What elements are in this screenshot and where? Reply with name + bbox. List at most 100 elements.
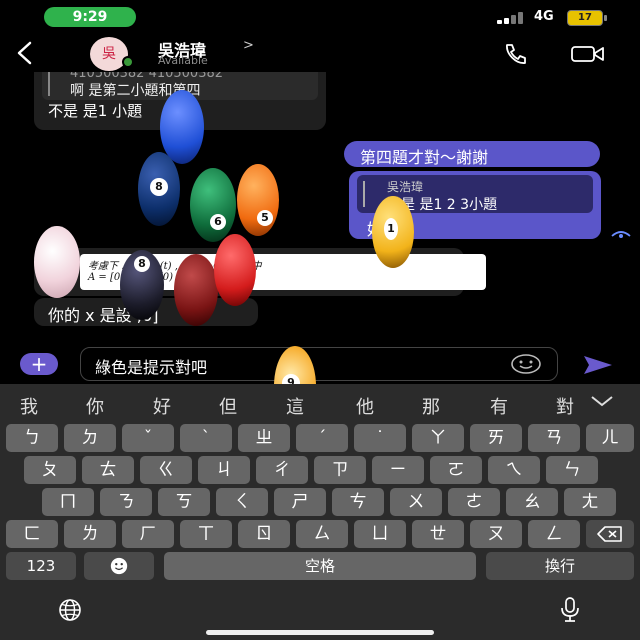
suggestion[interactable]: 你 bbox=[86, 393, 104, 419]
ball-number: 8 bbox=[134, 256, 150, 272]
ball-number: 1 bbox=[384, 218, 398, 240]
key[interactable]: ㄐ bbox=[198, 456, 250, 484]
key[interactable]: ㄋ bbox=[100, 488, 152, 516]
key[interactable]: ㄩ bbox=[354, 520, 406, 548]
chevron-down-icon[interactable] bbox=[588, 392, 616, 410]
key[interactable]: ㄖ bbox=[238, 520, 290, 548]
backspace-icon bbox=[597, 526, 622, 542]
key[interactable]: ㄥ bbox=[528, 520, 580, 548]
key[interactable]: ㄜ bbox=[448, 488, 500, 516]
chat-header: 吳 吳浩瑋 > Available bbox=[0, 34, 640, 72]
space-key[interactable]: 空格 bbox=[164, 552, 476, 580]
signal-icon bbox=[497, 12, 527, 24]
suggestion[interactable]: 對 bbox=[556, 393, 576, 419]
contact-status: Available bbox=[158, 54, 208, 67]
message-text: 不是 是1 小題 bbox=[48, 102, 143, 120]
key[interactable]: ㄡ bbox=[470, 520, 522, 548]
status-bar: 9:29 4G 17 bbox=[0, 0, 640, 34]
microphone-icon[interactable] bbox=[556, 596, 584, 624]
billiard-ball bbox=[174, 254, 218, 326]
return-key[interactable]: 換行 bbox=[486, 552, 634, 580]
read-receipt-icon bbox=[611, 231, 631, 238]
emoji-icon bbox=[110, 557, 128, 575]
key[interactable]: ㄘ bbox=[332, 488, 384, 516]
globe-icon[interactable] bbox=[50, 598, 90, 622]
video-call-icon[interactable] bbox=[570, 44, 606, 64]
key[interactable]: ㄤ bbox=[564, 488, 616, 516]
key[interactable]: ㄠ bbox=[506, 488, 558, 516]
delete-key[interactable] bbox=[586, 520, 634, 548]
suggestion[interactable]: 這 bbox=[286, 393, 304, 419]
send-icon[interactable] bbox=[582, 354, 614, 376]
key[interactable]: ˋ bbox=[180, 424, 232, 452]
home-indicator[interactable] bbox=[206, 630, 434, 635]
key[interactable]: ㄅ bbox=[6, 424, 58, 452]
avatar[interactable]: 吳 bbox=[90, 37, 128, 71]
numbers-key[interactable]: 123 bbox=[6, 552, 76, 580]
suggestion[interactable]: 好 bbox=[153, 393, 171, 419]
key[interactable]: ㄎ bbox=[158, 488, 210, 516]
billiard-ball: 6 bbox=[190, 168, 236, 242]
key[interactable]: ㄞ bbox=[470, 424, 522, 452]
key[interactable]: ㄍ bbox=[140, 456, 192, 484]
message-input[interactable]: 綠色是提示對吧 bbox=[80, 347, 558, 381]
billiard-ball bbox=[214, 234, 256, 306]
emoji-key[interactable] bbox=[84, 552, 154, 580]
suggestion[interactable]: 那 bbox=[422, 393, 440, 419]
ball-number: 6 bbox=[210, 214, 226, 230]
key[interactable]: ㄔ bbox=[256, 456, 308, 484]
message-outgoing[interactable]: 第四題才對～謝謝 bbox=[344, 141, 600, 167]
message-text: 第四題才對～謝謝 bbox=[360, 148, 489, 167]
phone-icon[interactable] bbox=[502, 42, 528, 66]
online-indicator bbox=[122, 56, 134, 68]
attach-button[interactable]: + bbox=[20, 353, 58, 375]
key[interactable]: ㄊ bbox=[82, 456, 134, 484]
network-type: 4G bbox=[534, 9, 554, 24]
key[interactable]: ㄝ bbox=[412, 520, 464, 548]
key[interactable]: ㄒ bbox=[180, 520, 232, 548]
back-icon[interactable] bbox=[12, 38, 38, 68]
key[interactable]: ㄕ bbox=[274, 488, 326, 516]
key[interactable]: ㄌ bbox=[64, 520, 116, 548]
key[interactable]: ㄑ bbox=[216, 488, 268, 516]
message-list[interactable]: 410500382 410500382 啊 是第二小題和第四 不是 是1 小題 … bbox=[0, 72, 640, 384]
key[interactable]: ㄛ bbox=[430, 456, 482, 484]
billiard-ball: 8 bbox=[120, 250, 164, 320]
suggestion[interactable]: 但 bbox=[219, 393, 237, 419]
key[interactable]: ㄉ bbox=[64, 424, 116, 452]
key[interactable]: ㄇ bbox=[42, 488, 94, 516]
quote-name: 吳浩瑋 bbox=[387, 180, 424, 194]
key[interactable]: ㄦ bbox=[586, 424, 634, 452]
emoji-icon[interactable] bbox=[510, 353, 542, 375]
billiard-ball: 5 bbox=[237, 164, 279, 236]
key[interactable]: ˙ bbox=[354, 424, 406, 452]
key[interactable]: ㄟ bbox=[488, 456, 540, 484]
key[interactable]: ㄗ bbox=[314, 456, 366, 484]
suggestion-bar: 我 你 好 但 這 他 那 有 對 bbox=[0, 384, 640, 422]
billiard-ball bbox=[160, 90, 204, 164]
contact-chevron-icon[interactable]: > bbox=[243, 38, 254, 53]
key[interactable]: ㄓ bbox=[238, 424, 290, 452]
suggestion[interactable]: 有 bbox=[490, 393, 508, 419]
key[interactable]: ㄏ bbox=[122, 520, 174, 548]
status-time: 9:29 bbox=[44, 7, 136, 27]
battery-icon: 17 bbox=[567, 10, 603, 26]
key[interactable]: ㄣ bbox=[546, 456, 598, 484]
billiard-ball bbox=[34, 226, 80, 298]
billiard-ball: 1 bbox=[372, 196, 414, 268]
key[interactable]: ㄈ bbox=[6, 520, 58, 548]
key[interactable]: ㄆ bbox=[24, 456, 76, 484]
suggestion[interactable]: 他 bbox=[356, 393, 374, 419]
key[interactable]: ㄙ bbox=[296, 520, 348, 548]
key[interactable]: ㄚ bbox=[412, 424, 464, 452]
battery-nub bbox=[604, 15, 607, 21]
key[interactable]: ˊ bbox=[296, 424, 348, 452]
key[interactable]: ˇ bbox=[122, 424, 174, 452]
message-composer: + 綠色是提示對吧 bbox=[0, 344, 640, 384]
key[interactable]: ㄧ bbox=[372, 456, 424, 484]
suggestion[interactable]: 我 bbox=[20, 393, 38, 419]
keyboard: 我 你 好 但 這 他 那 有 對 ㄅ ㄉ ˇ ˋ ㄓ ˊ ˙ ㄚ ㄞ ㄢ ㄦ … bbox=[0, 384, 640, 640]
ball-number: 5 bbox=[257, 210, 273, 226]
key[interactable]: ㄢ bbox=[528, 424, 580, 452]
key[interactable]: ㄨ bbox=[390, 488, 442, 516]
